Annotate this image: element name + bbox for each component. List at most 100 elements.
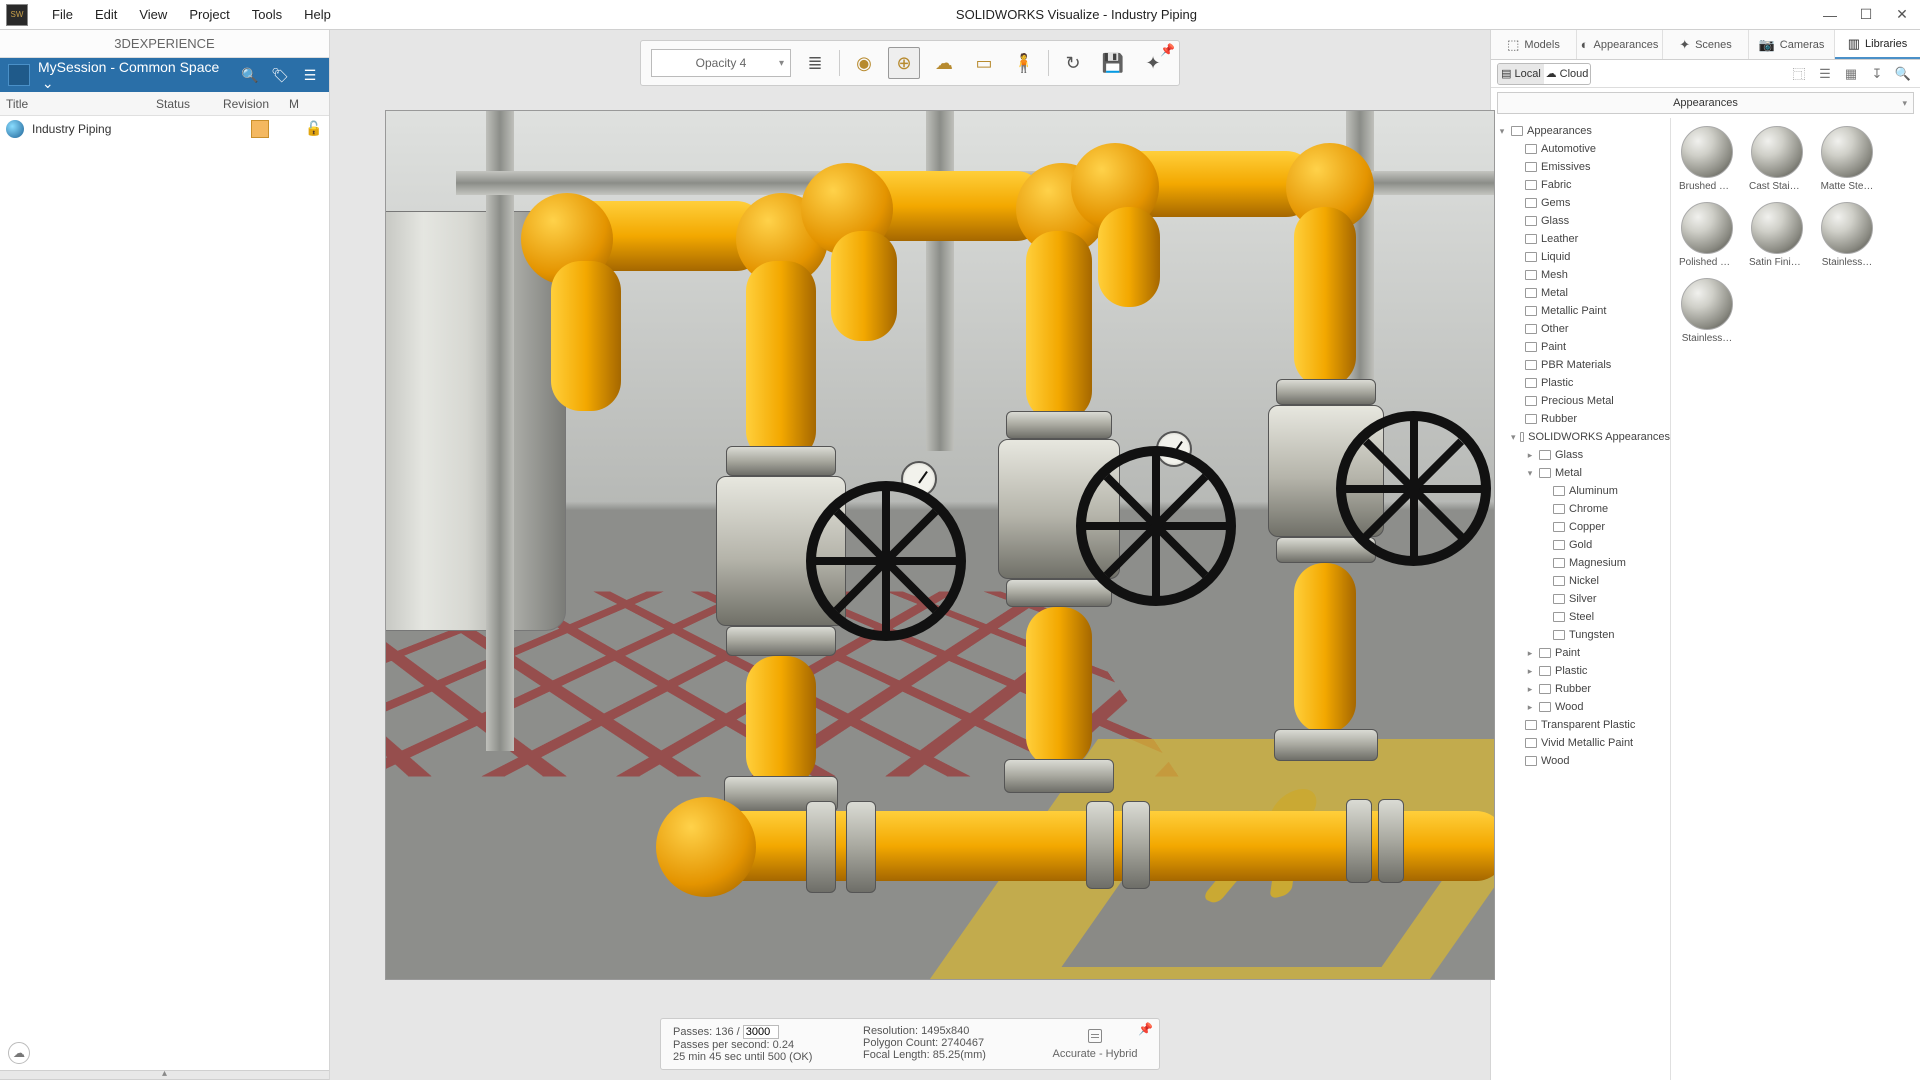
tree-item[interactable]: ▸Plastic [1491, 662, 1670, 680]
tab-scenes[interactable]: ✦Scenes [1663, 30, 1749, 59]
save-render-icon[interactable]: 💾 [1097, 47, 1129, 79]
refresh-icon[interactable]: ↻ [1057, 47, 1089, 79]
tree-item[interactable]: Metal [1491, 284, 1670, 302]
tab-cameras[interactable]: 📷Cameras [1749, 30, 1835, 59]
right-tabs: ⬚Models◐Appearances✦Scenes📷Cameras▥Libra… [1491, 30, 1920, 60]
close-button[interactable]: ✕ [1884, 1, 1920, 29]
appearance-thumb[interactable]: Cast Stain… [1749, 126, 1805, 192]
panel-splitter[interactable] [0, 1070, 329, 1080]
menu-edit[interactable]: Edit [85, 3, 127, 26]
view-list-icon[interactable]: ☰ [1814, 63, 1836, 85]
passes-per-second: Passes per second: 0.24 [673, 1039, 863, 1051]
pin-icon[interactable]: 📌 [1160, 43, 1175, 57]
pin-icon[interactable]: 📌 [1138, 1022, 1153, 1036]
seg-cloud[interactable]: ☁ Cloud [1544, 64, 1590, 84]
sort-icon[interactable]: ↧ [1866, 63, 1888, 85]
tree-item[interactable]: ▸Glass [1491, 446, 1670, 464]
menu-help[interactable]: Help [294, 3, 341, 26]
tree-item[interactable]: ▾Appearances [1491, 122, 1670, 140]
opacity-select[interactable]: Opacity 4 [651, 49, 791, 77]
render-eta: 25 min 45 sec until 500 (OK) [673, 1051, 863, 1063]
menu-icon[interactable]: ☰ [299, 64, 321, 86]
tree-item[interactable]: Copper [1491, 518, 1670, 536]
appearance-thumb[interactable]: Brushed S… [1679, 126, 1735, 192]
raytrace-mode-icon[interactable]: ⊕ [888, 47, 920, 79]
list-mode-icon[interactable]: ≣ [799, 47, 831, 79]
tree-item[interactable]: Nickel [1491, 572, 1670, 590]
session-item-title: Industry Piping [32, 122, 111, 136]
session-bar: MySession - Common Space ⌄ 🔍 🏷 ☰ [0, 58, 329, 92]
passes-max-input[interactable] [743, 1025, 779, 1039]
appearance-thumb[interactable]: Polished S… [1679, 202, 1735, 268]
appearance-thumb[interactable]: Stainless… [1679, 278, 1735, 344]
tree-item[interactable]: Tungsten [1491, 626, 1670, 644]
col-title: Title [0, 97, 150, 111]
minimize-button[interactable]: — [1812, 1, 1848, 29]
tree-item[interactable]: Leather [1491, 230, 1670, 248]
tree-item[interactable]: Metallic Paint [1491, 302, 1670, 320]
tree-item[interactable]: ▸Rubber [1491, 680, 1670, 698]
session-item-row[interactable]: Industry Piping 🔓 [0, 116, 329, 142]
appearance-tree[interactable]: ▾AppearancesAutomotiveEmissivesFabricGem… [1491, 118, 1671, 1080]
tree-item[interactable]: Magnesium [1491, 554, 1670, 572]
maximize-button[interactable]: ☐ [1848, 1, 1884, 29]
appearance-thumb[interactable]: Matte Ste… [1819, 126, 1875, 192]
menu-file[interactable]: File [42, 3, 83, 26]
local-cloud-segment[interactable]: ▤ Local ☁ Cloud [1497, 63, 1591, 85]
cloud-status[interactable]: ☁ [0, 1036, 329, 1070]
tree-item[interactable]: Precious Metal [1491, 392, 1670, 410]
selection-mode-icon[interactable]: ▭ [968, 47, 1000, 79]
col-status: Status [150, 97, 200, 111]
tree-item[interactable]: Transparent Plastic [1491, 716, 1670, 734]
tree-item[interactable]: Fabric [1491, 176, 1670, 194]
accuracy-slider-icon[interactable] [1088, 1029, 1102, 1043]
search-appearances-icon[interactable]: 🔍 [1892, 63, 1914, 85]
tree-item[interactable]: Emissives [1491, 158, 1670, 176]
left-columns-header: Title Status Revision M [0, 92, 329, 116]
tree-item[interactable]: Plastic [1491, 374, 1670, 392]
tree-item[interactable]: Liquid [1491, 248, 1670, 266]
menu-tools[interactable]: Tools [242, 3, 292, 26]
session-name[interactable]: MySession - Common Space ⌄ [38, 59, 231, 92]
view-large-icon[interactable]: ⿹ [1788, 63, 1810, 85]
tree-item[interactable]: Silver [1491, 590, 1670, 608]
focal-length-label: Focal Length: 85.25(mm) [863, 1049, 1043, 1061]
left-panel-header: 3DEXPERIENCE [0, 30, 329, 58]
tree-item[interactable]: Vivid Metallic Paint [1491, 734, 1670, 752]
col-revision: Revision [200, 97, 275, 111]
camera-lock-icon[interactable]: 🧍 [1008, 47, 1040, 79]
tree-item[interactable]: ▾SOLIDWORKS Appearances [1491, 428, 1670, 446]
tree-item[interactable]: Gold [1491, 536, 1670, 554]
preview-mode-icon[interactable]: ◉ [848, 47, 880, 79]
tab-libraries[interactable]: ▥Libraries [1835, 30, 1920, 59]
tab-models[interactable]: ⬚Models [1491, 30, 1577, 59]
seg-local[interactable]: ▤ Local [1498, 64, 1544, 84]
fast-mode-icon[interactable]: ☁ [928, 47, 960, 79]
appearance-thumb[interactable]: Satin Finis… [1749, 202, 1805, 268]
tree-item[interactable]: Aluminum [1491, 482, 1670, 500]
view-grid-icon[interactable]: ▦ [1840, 63, 1862, 85]
tree-item[interactable]: Glass [1491, 212, 1670, 230]
appearance-thumb[interactable]: Stainless… [1819, 202, 1875, 268]
menubar: FileEditViewProjectToolsHelp [42, 3, 341, 26]
tree-item[interactable]: Mesh [1491, 266, 1670, 284]
tree-item[interactable]: Paint [1491, 338, 1670, 356]
tree-item[interactable]: Automotive [1491, 140, 1670, 158]
tree-item[interactable]: ▾Metal [1491, 464, 1670, 482]
appearances-dropdown[interactable]: Appearances [1497, 92, 1914, 114]
tree-item[interactable]: Steel [1491, 608, 1670, 626]
tree-item[interactable]: ▸Paint [1491, 644, 1670, 662]
tree-item[interactable]: Chrome [1491, 500, 1670, 518]
tree-item[interactable]: Other [1491, 320, 1670, 338]
menu-project[interactable]: Project [179, 3, 239, 26]
tag-icon[interactable]: 🏷 [269, 64, 291, 86]
tab-appearances[interactable]: ◐Appearances [1577, 30, 1663, 59]
tree-item[interactable]: Wood [1491, 752, 1670, 770]
menu-view[interactable]: View [129, 3, 177, 26]
tree-item[interactable]: ▸Wood [1491, 698, 1670, 716]
tree-item[interactable]: Gems [1491, 194, 1670, 212]
search-icon[interactable]: 🔍 [239, 64, 261, 86]
render-viewport[interactable] [385, 110, 1495, 980]
tree-item[interactable]: PBR Materials [1491, 356, 1670, 374]
tree-item[interactable]: Rubber [1491, 410, 1670, 428]
